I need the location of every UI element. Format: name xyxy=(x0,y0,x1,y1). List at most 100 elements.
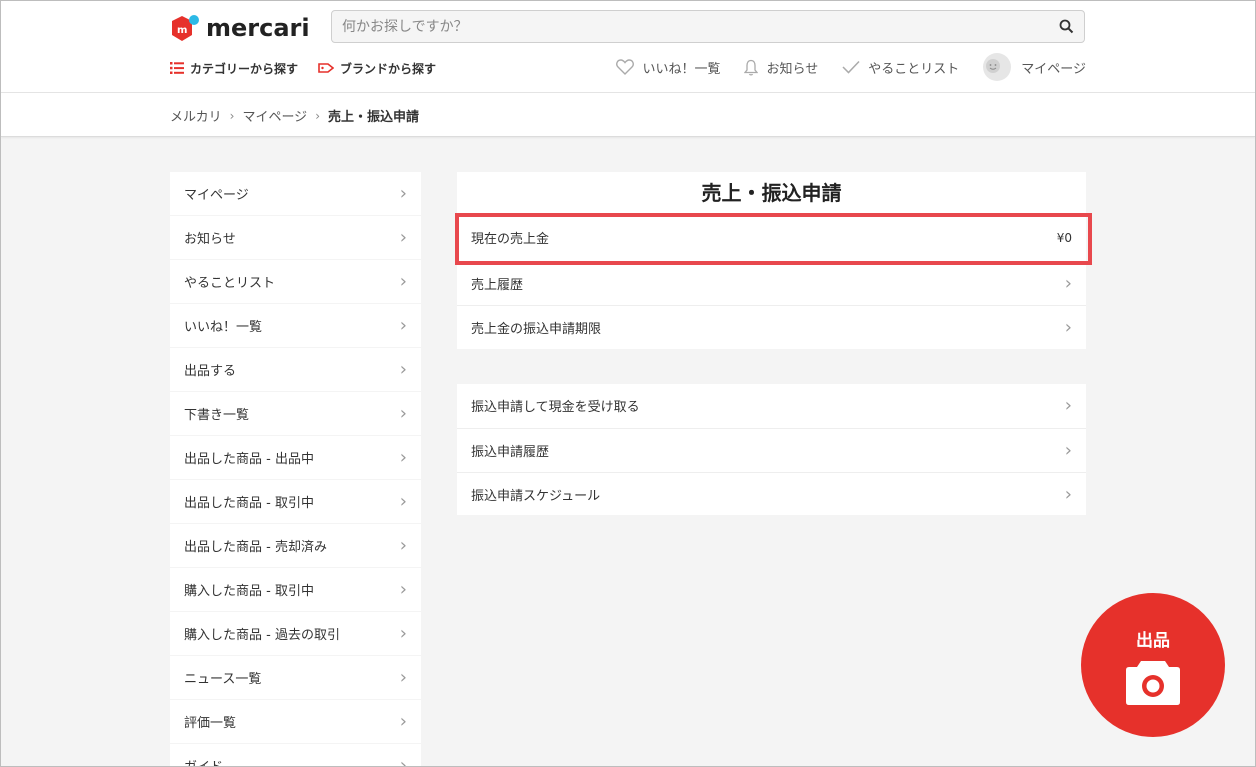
brand-search-label: ブランドから探す xyxy=(340,61,437,76)
category-search-link[interactable]: カテゴリーから探す xyxy=(170,60,298,77)
sidebar-item-guide[interactable]: ガイド › xyxy=(170,744,421,766)
svg-text:m: m xyxy=(177,25,187,36)
sidebar-item-todo[interactable]: やることリスト › xyxy=(170,260,421,303)
chevron-right-icon: › xyxy=(399,667,407,688)
search-icon[interactable] xyxy=(1059,19,1074,38)
chevron-right-icon: › xyxy=(229,108,235,123)
notifications-link[interactable]: お知らせ xyxy=(744,58,818,77)
sidebar-item-label: 購入した商品 - 過去の取引 xyxy=(184,628,340,643)
sidebar-item-sell[interactable]: 出品する › xyxy=(170,348,421,391)
chevron-right-icon: › xyxy=(399,359,407,380)
chevron-right-icon: › xyxy=(399,623,407,644)
transfer-deadline-row[interactable]: 売上金の振込申請期限 › xyxy=(457,305,1086,348)
chevron-right-icon: › xyxy=(315,108,320,123)
sidebar-item-reviews[interactable]: 評価一覧 › xyxy=(170,700,421,743)
request-transfer-label: 振込申請して現金を受け取る xyxy=(471,400,640,415)
chevron-right-icon: › xyxy=(1064,483,1072,505)
mypage-label: マイページ xyxy=(1021,61,1086,77)
todo-label: やることリスト xyxy=(868,61,960,77)
browse-nav: カテゴリーから探す ブランドから探す xyxy=(170,59,456,77)
sidebar-item-listed-sold[interactable]: 出品した商品 - 売却済み › xyxy=(170,524,421,567)
sidebar-item-label: いいね！一覧 xyxy=(184,320,263,335)
chevron-right-icon: › xyxy=(399,535,407,556)
search-input[interactable] xyxy=(332,11,1052,42)
chevron-right-icon: › xyxy=(399,227,407,248)
sell-button-label: 出品 xyxy=(1136,630,1170,651)
sidebar-item-label: ガイド xyxy=(184,756,223,766)
brand-search-link[interactable]: ブランドから探す xyxy=(318,60,436,77)
avatar-icon xyxy=(983,53,1012,81)
bell-icon xyxy=(744,59,759,76)
heart-icon xyxy=(616,59,635,75)
chevron-right-icon: › xyxy=(399,183,407,204)
breadcrumb-mypage[interactable]: マイページ xyxy=(242,106,307,125)
transfer-deadline-label: 売上金の振込申請期限 xyxy=(471,321,602,337)
site-header: m mercari カテゴリーから探す ブランドから探す xyxy=(1,1,1255,93)
tag-icon xyxy=(318,63,335,73)
breadcrumb: メルカリ › マイページ › 売上・振込申請 xyxy=(170,106,420,126)
page-title: 売上・振込申請 xyxy=(701,181,842,205)
chevron-right-icon: › xyxy=(399,403,407,424)
sidebar-item-purchased-trading[interactable]: 購入した商品 - 取引中 › xyxy=(170,568,421,611)
sidebar-item-label: マイページ xyxy=(184,188,249,203)
category-search-label: カテゴリーから探す xyxy=(190,61,299,76)
breadcrumb-bar: メルカリ › マイページ › 売上・振込申請 xyxy=(1,93,1255,137)
likes-label: いいね！一覧 xyxy=(642,61,721,77)
sales-history-label: 売上履歴 xyxy=(471,277,524,293)
chevron-right-icon: › xyxy=(399,755,407,766)
sidebar-item-label: やることリスト xyxy=(184,276,276,291)
sidebar-item-label: 購入した商品 - 取引中 xyxy=(184,584,314,599)
chevron-right-icon: › xyxy=(399,447,407,468)
likes-link[interactable]: いいね！一覧 xyxy=(616,58,720,77)
notifications-label: お知らせ xyxy=(766,61,819,77)
chevron-right-icon: › xyxy=(1064,272,1072,294)
todo-link[interactable]: やることリスト xyxy=(842,58,959,77)
logo-text: mercari xyxy=(206,14,310,42)
mercari-logo[interactable]: m mercari xyxy=(170,13,310,43)
breadcrumb-current: 売上・振込申請 xyxy=(328,110,420,125)
sell-button[interactable]: 出品 xyxy=(1081,593,1225,737)
sidebar-menu: マイページ › お知らせ › やることリスト › いいね！一覧 › 出品する › 下書き一… xyxy=(170,172,421,766)
list-icon xyxy=(170,62,184,74)
mypage-link[interactable]: マイページ xyxy=(983,53,1086,81)
sidebar-item-label: 評価一覧 xyxy=(184,716,237,731)
current-sales-label: 現在の売上金 xyxy=(471,232,550,247)
chevron-right-icon: › xyxy=(399,271,407,292)
sidebar-item-drafts[interactable]: 下書き一覧 › xyxy=(170,392,421,435)
transfer-schedule-label: 振込申請スケジュール xyxy=(471,488,601,504)
sidebar-item-label: 出品する xyxy=(184,364,237,379)
sidebar-item-label: ニュース一覧 xyxy=(184,672,262,687)
sidebar-item-news[interactable]: ニュース一覧 › xyxy=(170,656,421,699)
sidebar-item-label: 出品した商品 - 売却済み xyxy=(184,540,327,555)
sales-history-row[interactable]: 売上履歴 › xyxy=(457,261,1086,304)
breadcrumb-home[interactable]: メルカリ xyxy=(170,106,222,125)
current-sales-row[interactable]: 現在の売上金 ¥0 xyxy=(457,216,1086,259)
chevron-right-icon: › xyxy=(399,579,407,600)
transfer-panel: 振込申請して現金を受け取る › 振込申請履歴 › 振込申請スケジュール › xyxy=(457,384,1086,515)
transfer-history-row[interactable]: 振込申請履歴 › xyxy=(457,428,1086,471)
request-transfer-row[interactable]: 振込申請して現金を受け取る › xyxy=(457,384,1086,427)
chevron-right-icon: › xyxy=(1064,439,1072,461)
chevron-right-icon: › xyxy=(399,315,407,336)
sidebar-item-listed-trading[interactable]: 出品した商品 - 取引中 › xyxy=(170,480,421,523)
sidebar-item-notifications[interactable]: お知らせ › xyxy=(170,216,421,259)
sidebar-item-mypage[interactable]: マイページ › xyxy=(170,172,421,215)
sidebar-item-label: 出品した商品 - 出品中 xyxy=(184,452,314,467)
sidebar-item-purchased-past[interactable]: 購入した商品 - 過去の取引 › xyxy=(170,612,421,655)
transfer-schedule-row[interactable]: 振込申請スケジュール › xyxy=(457,472,1086,515)
camera-icon xyxy=(1126,660,1180,705)
sidebar-item-likes[interactable]: いいね！一覧 › xyxy=(170,304,421,347)
sidebar-item-label: 下書き一覧 xyxy=(184,408,250,423)
sales-panel: 売上・振込申請 現在の売上金 ¥0 売上履歴 › 売上金の振込申請期限 › xyxy=(457,172,1086,349)
chevron-right-icon: › xyxy=(399,711,407,732)
chevron-right-icon: › xyxy=(399,491,407,512)
user-nav: いいね！一覧 お知らせ やることリスト マイページ xyxy=(592,53,1086,81)
chevron-right-icon: › xyxy=(1064,395,1072,416)
search-box[interactable] xyxy=(331,10,1085,43)
sidebar-item-listed-active[interactable]: 出品した商品 - 出品中 › xyxy=(170,436,421,479)
current-sales-value: ¥0 xyxy=(1056,230,1072,245)
check-icon xyxy=(842,60,860,74)
transfer-history-label: 振込申請履歴 xyxy=(471,444,550,460)
sidebar-item-label: 出品した商品 - 取引中 xyxy=(184,496,314,511)
sidebar-item-label: お知らせ xyxy=(184,232,236,247)
